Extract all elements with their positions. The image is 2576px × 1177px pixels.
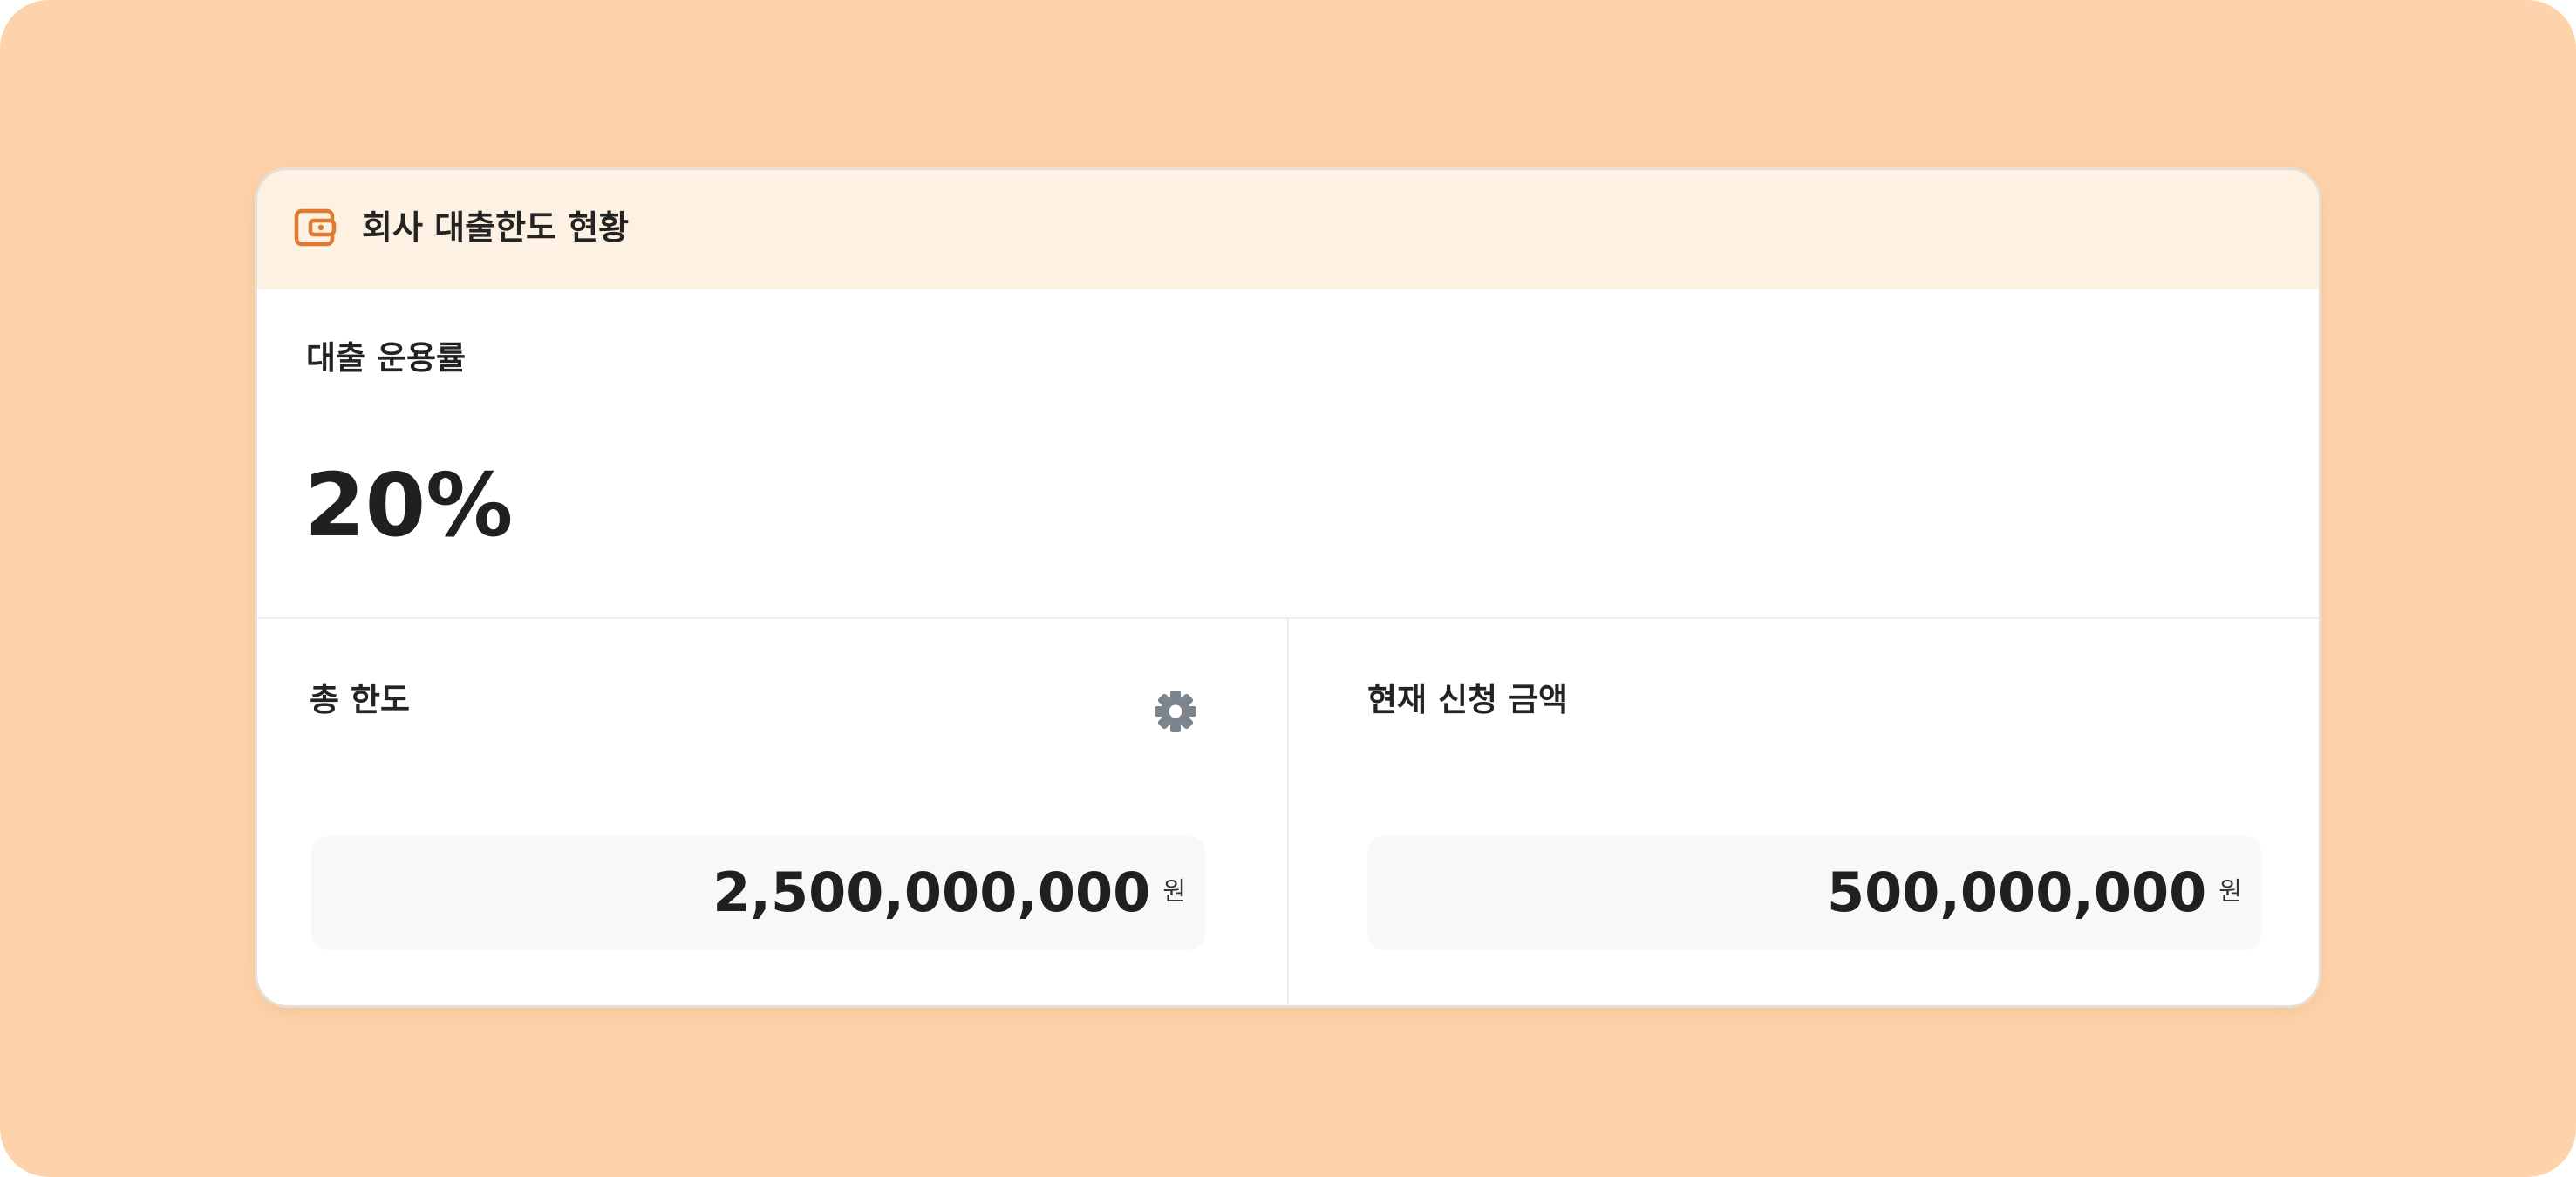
current-request-unit: 원 <box>2218 876 2242 906</box>
current-request-amount-box: 500,000,000 원 <box>1367 836 2261 949</box>
current-request-panel: 현재 신청 금액 500,000,000 원 <box>1289 619 2319 1005</box>
utilization-section: 대출 운용률 20% <box>257 289 2319 619</box>
total-limit-amount: 2,500,000,000 <box>712 861 1151 924</box>
current-request-label: 현재 신청 금액 <box>1367 681 1569 718</box>
gear-icon[interactable] <box>1149 685 1202 738</box>
current-request-amount: 500,000,000 <box>1826 861 2207 924</box>
total-limit-label: 총 한도 <box>310 681 411 718</box>
total-limit-amount-box: 2,500,000,000 원 <box>311 836 1205 949</box>
card-title: 회사 대출한도 현황 <box>362 208 630 247</box>
utilization-value: 20% <box>304 454 514 556</box>
utilization-label: 대출 운용률 <box>306 339 467 377</box>
wallet-icon <box>294 206 337 249</box>
total-limit-panel: 총 한도 2,500,000,000 원 <box>257 619 1289 1005</box>
card-header: 회사 대출한도 현황 <box>257 170 2319 289</box>
total-limit-unit: 원 <box>1162 876 1186 906</box>
loan-limit-card: 회사 대출한도 현황 대출 운용률 20% 총 한도 2,500,000,000… <box>255 167 2321 1008</box>
